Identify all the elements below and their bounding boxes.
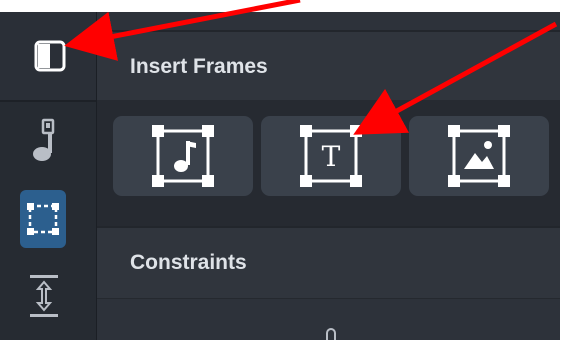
frame-tool-button[interactable] (20, 190, 66, 248)
insert-audio-frame-button[interactable] (113, 116, 253, 196)
insert-frames-body: T (97, 100, 560, 238)
insert-frames-title: Insert Frames (130, 55, 268, 78)
music-note-icon (33, 118, 55, 161)
panel-toggle-button[interactable] (32, 38, 68, 74)
constraints-title: Constraints (130, 251, 247, 274)
image-frame-icon (448, 125, 510, 187)
panel-toggle-icon (34, 40, 66, 72)
insert-image-frame-button[interactable] (409, 116, 549, 196)
insert-frames-header[interactable]: Insert Frames (97, 30, 560, 103)
app-window: Insert Frames T Constraints (0, 12, 560, 340)
rail-top-area (0, 12, 96, 102)
constraints-header[interactable]: Constraints (97, 226, 560, 299)
distribute-tool-button[interactable] (24, 270, 64, 322)
frame-select-icon (27, 203, 59, 235)
audio-frame-icon (152, 125, 214, 187)
left-rail (0, 12, 97, 340)
properties-panel: Insert Frames T Constraints (97, 12, 560, 340)
vertical-distribute-icon (30, 275, 58, 317)
audio-tool-button[interactable] (24, 116, 64, 164)
lock-icon (323, 326, 339, 345)
text-frame-icon: T (300, 125, 362, 187)
text-frame-glyph: T (322, 140, 341, 173)
insert-text-frame-button[interactable]: T (261, 116, 401, 196)
